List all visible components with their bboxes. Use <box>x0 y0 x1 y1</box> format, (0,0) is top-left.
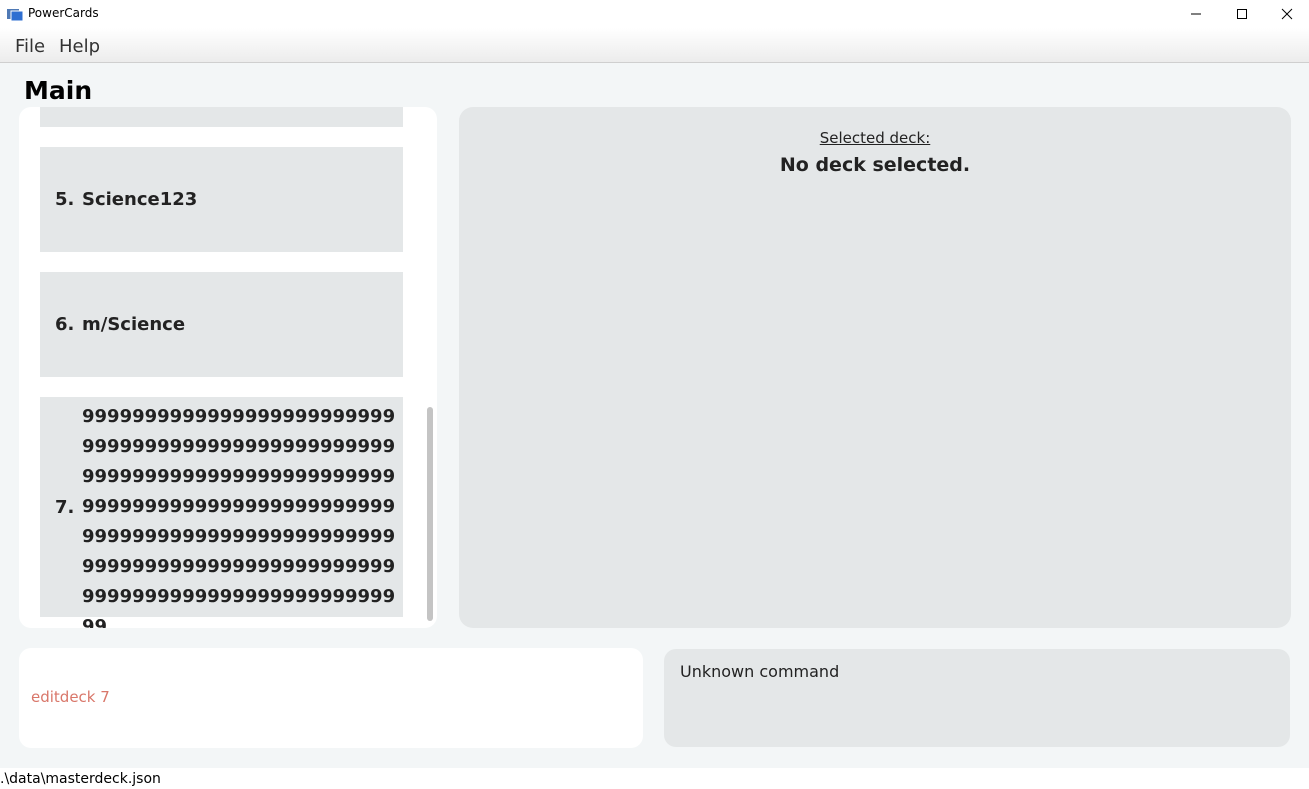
deck-index: 6. <box>55 314 75 335</box>
deck-index: 7. <box>55 497 75 518</box>
deck-name: Science123 <box>82 189 198 210</box>
selected-deck-value: No deck selected. <box>779 154 971 176</box>
app-logo-icon <box>7 9 24 22</box>
deck-list-item-partial[interactable] <box>40 107 403 127</box>
command-input[interactable] <box>31 688 621 706</box>
deck-name: 9999999999999999999999999999999999999999… <box>82 406 396 628</box>
menu-file[interactable]: File <box>15 36 45 57</box>
window-title: PowerCards <box>28 6 99 20</box>
status-bar: .\data\masterdeck.json <box>0 768 1309 789</box>
selected-deck-panel: Selected deck: No deck selected. <box>459 107 1291 628</box>
deck-list-item[interactable]: 7. 9999999999999999999999999999999999999… <box>40 397 403 628</box>
close-icon <box>1281 8 1293 20</box>
minimize-button[interactable] <box>1173 0 1219 28</box>
minimize-icon <box>1191 13 1201 15</box>
deck-list-scrollbar[interactable] <box>427 407 433 621</box>
save-location-path: .\data\masterdeck.json <box>0 771 161 787</box>
deck-list[interactable]: 5. Science123 6. m/Science 7. 9999999999… <box>19 107 437 628</box>
title-bar: PowerCards <box>0 0 1309 28</box>
result-display: Unknown command <box>664 649 1290 747</box>
selected-deck-label: Selected deck: <box>819 129 931 147</box>
deck-list-item[interactable]: 5. Science123 <box>40 147 403 252</box>
page-title: Main <box>24 76 93 105</box>
deck-list-item[interactable]: 6. m/Science <box>40 272 403 377</box>
menu-bar: File Help <box>0 28 1309 63</box>
close-button[interactable] <box>1264 0 1309 28</box>
menu-help[interactable]: Help <box>59 36 100 57</box>
maximize-icon <box>1237 9 1247 19</box>
command-box[interactable] <box>19 648 643 748</box>
maximize-button[interactable] <box>1219 0 1265 28</box>
main-content: Main 5. Science123 6. m/Science 7. 99999… <box>0 63 1309 768</box>
deck-name: m/Science <box>82 314 186 335</box>
deck-index: 5. <box>55 189 75 210</box>
result-text: Unknown command <box>680 662 840 681</box>
